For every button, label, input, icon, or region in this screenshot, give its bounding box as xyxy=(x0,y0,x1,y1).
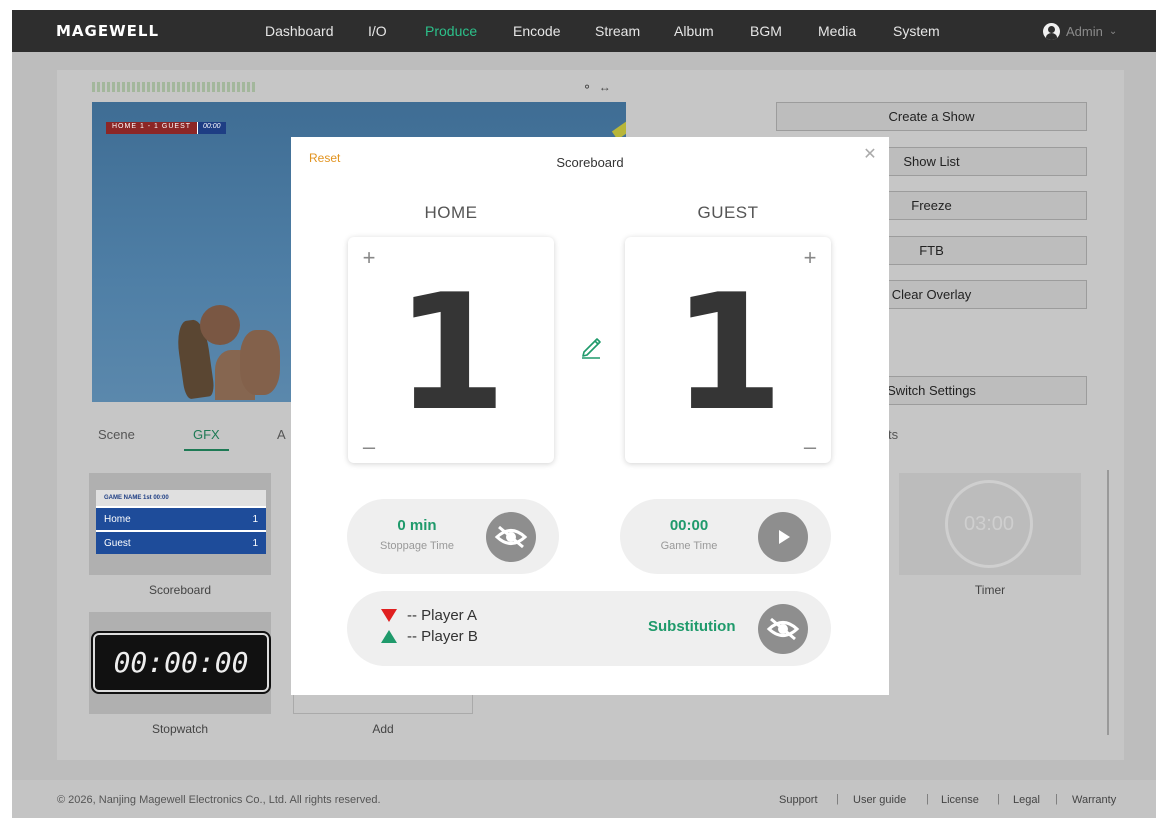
create-show-button[interactable]: Create a Show xyxy=(776,102,1087,131)
timer-thumb-label: Timer xyxy=(974,583,1006,597)
footer-link-warranty[interactable]: Warranty xyxy=(1072,794,1116,806)
tab-gfx[interactable]: GFX xyxy=(193,427,220,442)
top-nav-bar: MAGEWELL Dashboard I/O Produce Encode St… xyxy=(12,10,1156,52)
footer-link-user-guide[interactable]: User guide xyxy=(853,794,906,806)
guest-minus-icon[interactable]: – xyxy=(798,435,822,459)
scoreboard-thumb-row: Home 1 xyxy=(96,506,266,530)
guest-team-name: GUEST xyxy=(697,203,759,222)
chevron-down-icon: ⌄ xyxy=(1108,25,1118,37)
stoppage-time-label: Stoppage Time xyxy=(380,540,454,552)
flag-graphic xyxy=(611,114,626,140)
footer: © 2026, Nanjing Magewell Electronics Co.… xyxy=(12,780,1156,818)
nav-media[interactable]: Media xyxy=(818,10,856,52)
nav-encode[interactable]: Encode xyxy=(513,10,560,52)
copyright-text: © 2026, Nanjing Magewell Electronics Co.… xyxy=(57,794,381,806)
user-menu[interactable]: Admin ⌄ xyxy=(1043,21,1117,41)
audio-icon[interactable]: ⚬ xyxy=(582,80,592,94)
scoreboard-dialog: Reset Scoreboard ✕ HOME GUEST 1 + – 1 + … xyxy=(291,137,889,695)
guest-score: 1 xyxy=(672,259,784,446)
scoreboard-thumb-preview: GAME NAME 1st 00:00 Home 1 Guest 1 xyxy=(96,490,266,558)
substitution-eye-off-icon[interactable] xyxy=(758,604,808,654)
user-name: Admin xyxy=(1066,23,1103,39)
thumb-team-name: Home xyxy=(104,514,131,525)
substitution-label: Substitution xyxy=(648,618,736,635)
add-thumb-label: Add xyxy=(372,722,394,736)
home-minus-icon[interactable]: – xyxy=(357,435,381,459)
stoppage-time-value: 0 min xyxy=(397,517,437,534)
expand-icon[interactable]: ↔ xyxy=(599,80,611,94)
player-in-name: -- Player B xyxy=(407,628,478,645)
nav-bgm[interactable]: BGM xyxy=(750,10,782,52)
play-icon[interactable] xyxy=(758,512,808,562)
player-in-row: -- Player B xyxy=(381,628,478,645)
nav-produce[interactable]: Produce xyxy=(425,10,477,52)
player-out-name: -- Player A xyxy=(407,607,478,624)
audio-level-meter xyxy=(92,82,256,92)
footer-link-legal[interactable]: Legal xyxy=(1013,794,1040,806)
magewell-logo[interactable]: MAGEWELL xyxy=(56,22,159,40)
eye-off-icon[interactable] xyxy=(486,512,536,562)
nav-album[interactable]: Album xyxy=(674,10,714,52)
timer-display: 03:00 xyxy=(945,480,1033,568)
thumb-team-name: Guest xyxy=(104,538,131,549)
tab-partial[interactable]: ts xyxy=(888,427,898,442)
preview-scoreboard-overlay: HOME 1 - 1 GUEST 00:00 xyxy=(106,122,226,134)
home-score-card: 1 + – xyxy=(348,237,554,463)
user-avatar-icon xyxy=(1043,22,1060,40)
thumb-team-score: 1 xyxy=(252,538,258,549)
home-team-name: HOME xyxy=(424,203,478,222)
arrow-up-green-icon xyxy=(381,630,397,643)
game-time-label: Game Time xyxy=(660,540,718,552)
nav-stream[interactable]: Stream xyxy=(595,10,640,52)
close-icon[interactable]: ✕ xyxy=(861,146,879,164)
stopwatch-thumb-label: Stopwatch xyxy=(151,722,209,736)
scoreboard-thumb-label: Scoreboard xyxy=(148,583,212,597)
tab-a[interactable]: A xyxy=(277,427,286,442)
dialog-title: Scoreboard xyxy=(556,155,624,170)
footer-link-license[interactable]: License xyxy=(941,794,979,806)
home-score: 1 xyxy=(395,259,507,446)
stopwatch-display: 00:00:00 xyxy=(91,631,271,694)
preview-controls: ⚬ ↔ xyxy=(582,80,611,94)
preview-clock: 00:00 xyxy=(197,122,226,134)
nav-dashboard[interactable]: Dashboard xyxy=(265,10,334,52)
scoreboard-thumb-header: GAME NAME 1st 00:00 xyxy=(96,490,266,506)
arrow-down-red-icon xyxy=(381,609,397,622)
scoreboard-thumb-row: Guest 1 xyxy=(96,530,266,554)
player-out-row: -- Player A xyxy=(381,607,477,624)
nav-io[interactable]: I/O xyxy=(368,10,387,52)
game-time-value: 00:00 xyxy=(669,517,709,534)
preview-athlete-image xyxy=(170,300,290,400)
preview-score: HOME 1 - 1 GUEST xyxy=(106,122,198,134)
thumb-team-score: 1 xyxy=(252,514,258,525)
guest-plus-icon[interactable]: + xyxy=(798,246,822,270)
active-tab-indicator xyxy=(184,449,229,451)
footer-link-support[interactable]: Support xyxy=(779,794,818,806)
scrollbar[interactable] xyxy=(1107,470,1109,735)
tab-scene[interactable]: Scene xyxy=(98,427,135,442)
nav-system[interactable]: System xyxy=(893,10,940,52)
guest-score-card: 1 + – xyxy=(625,237,831,463)
home-plus-icon[interactable]: + xyxy=(357,246,381,270)
edit-pencil-icon[interactable] xyxy=(578,333,604,359)
